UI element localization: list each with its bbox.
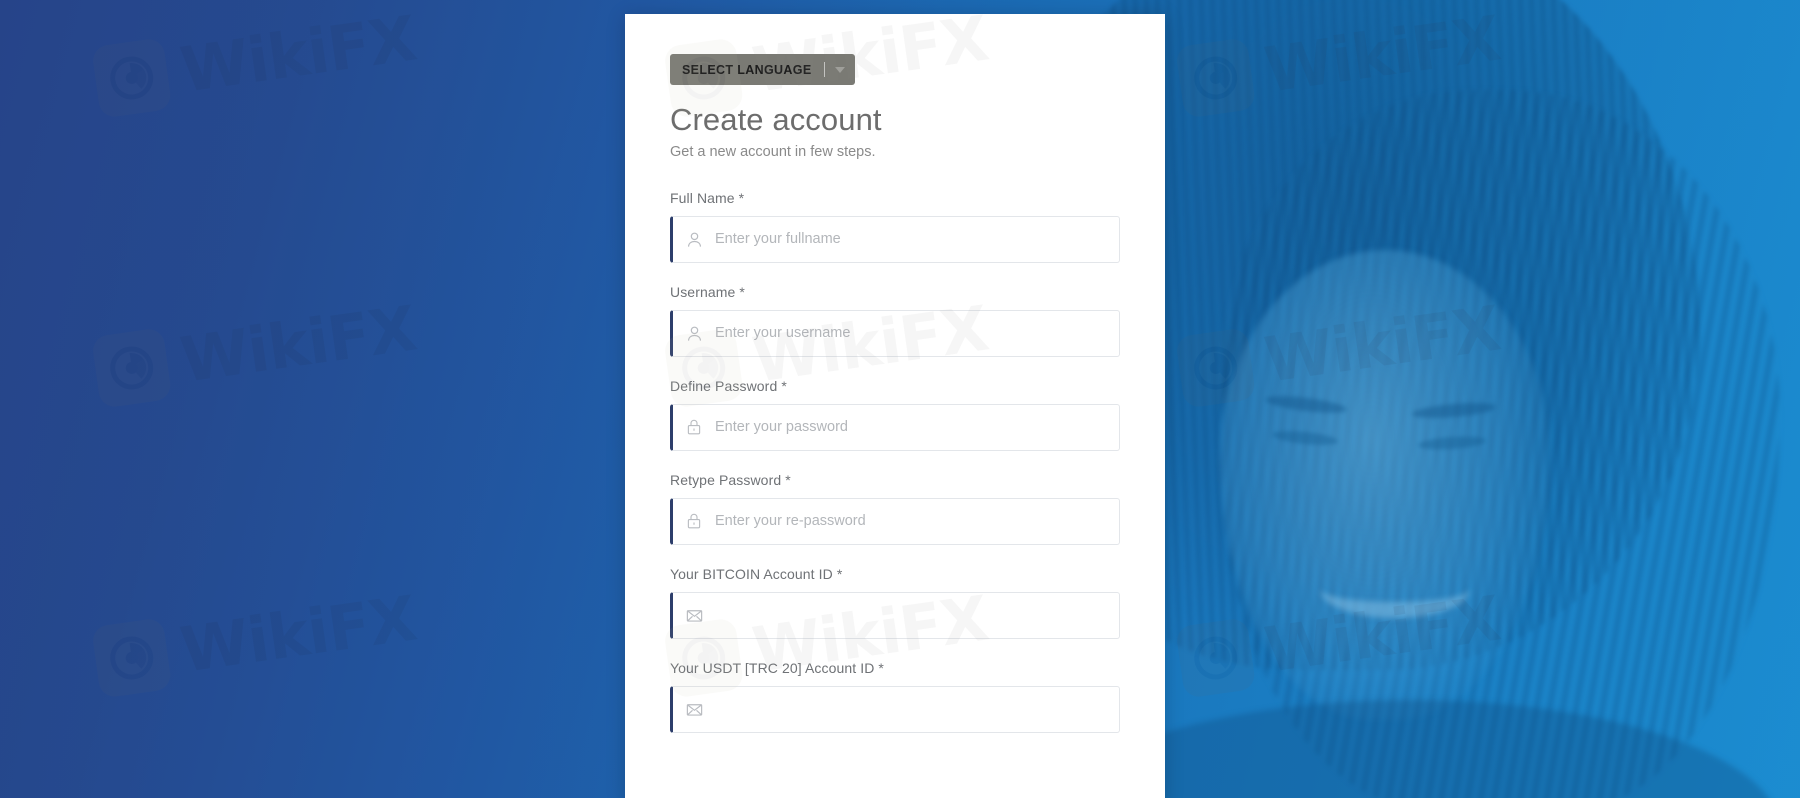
select-language-label: SELECT LANGUAGE: [682, 62, 812, 77]
select-language-button[interactable]: SELECT LANGUAGE: [670, 54, 855, 85]
watermark: WikiFX: [90, 1, 421, 119]
field-bitcoin-account-id: Your BITCOIN Account ID *: [670, 566, 1120, 639]
wikifx-aperture-logo-icon: [1174, 616, 1257, 699]
field-password: Define Password *: [670, 378, 1120, 451]
wikifx-aperture-logo-icon: [90, 36, 173, 119]
label-username: Username *: [670, 283, 745, 300]
lang-divider: [823, 62, 825, 77]
envelope-icon: [673, 700, 715, 719]
input-bitcoin-account-id[interactable]: [715, 592, 1119, 638]
input-wrap-password[interactable]: [670, 403, 1120, 451]
watermark: WikiFX: [1174, 291, 1505, 409]
signup-page: WikiFX WikiFX WikiFX WikiFX WikiFX WikiF…: [0, 0, 1800, 798]
signup-form: Full Name * Username *: [670, 190, 1120, 733]
input-usdt-trc20-account-id[interactable]: [715, 686, 1119, 732]
watermark: WikiFX: [90, 581, 421, 699]
input-fullname[interactable]: [715, 216, 1119, 262]
watermark-text: WikiFX: [176, 581, 421, 687]
label-bitcoin-account-id: Your BITCOIN Account ID *: [670, 565, 843, 582]
watermark: WikiFX: [90, 291, 421, 409]
watermark-text: WikiFX: [1260, 581, 1505, 687]
page-title: Create account: [670, 102, 882, 137]
watermark: WikiFX: [1174, 581, 1505, 699]
input-retype-password[interactable]: [715, 498, 1119, 544]
user-icon: [673, 230, 715, 249]
watermark-text: WikiFX: [1260, 1, 1505, 107]
watermark-text: WikiFX: [176, 1, 421, 107]
input-wrap-fullname[interactable]: [670, 215, 1120, 263]
page-subtitle: Get a new account in few steps.: [670, 143, 876, 160]
input-wrap-bitcoin-account-id[interactable]: [670, 591, 1120, 639]
field-fullname: Full Name *: [670, 190, 1120, 263]
wikifx-aperture-logo-icon: [1174, 36, 1257, 119]
signup-card: SELECT LANGUAGE Create account Get a new…: [625, 14, 1165, 798]
input-password[interactable]: [715, 404, 1119, 450]
wikifx-aperture-logo-icon: [1174, 326, 1257, 409]
wikifx-aperture-logo-icon: [90, 326, 173, 409]
input-wrap-username[interactable]: [670, 309, 1120, 357]
lock-icon: [673, 512, 715, 530]
field-usdt-trc20-account-id: Your USDT [TRC 20] Account ID *: [670, 660, 1120, 733]
envelope-icon: [673, 606, 715, 625]
watermark: WikiFX: [1174, 1, 1505, 119]
user-icon: [673, 324, 715, 343]
label-fullname: Full Name *: [670, 189, 745, 206]
chevron-down-icon: [834, 66, 845, 73]
watermark-text: WikiFX: [176, 291, 421, 397]
label-usdt-trc20-account-id: Your USDT [TRC 20] Account ID *: [670, 659, 884, 676]
field-username: Username *: [670, 284, 1120, 357]
input-wrap-retype-password[interactable]: [670, 497, 1120, 545]
wikifx-aperture-logo-icon: [90, 616, 173, 699]
label-password: Define Password *: [670, 377, 787, 394]
lock-icon: [673, 418, 715, 436]
label-retype-password: Retype Password *: [670, 471, 791, 488]
input-username[interactable]: [715, 310, 1119, 356]
input-wrap-usdt-trc20-account-id[interactable]: [670, 685, 1120, 733]
field-retype-password: Retype Password *: [670, 472, 1120, 545]
watermark-text: WikiFX: [1260, 291, 1505, 397]
